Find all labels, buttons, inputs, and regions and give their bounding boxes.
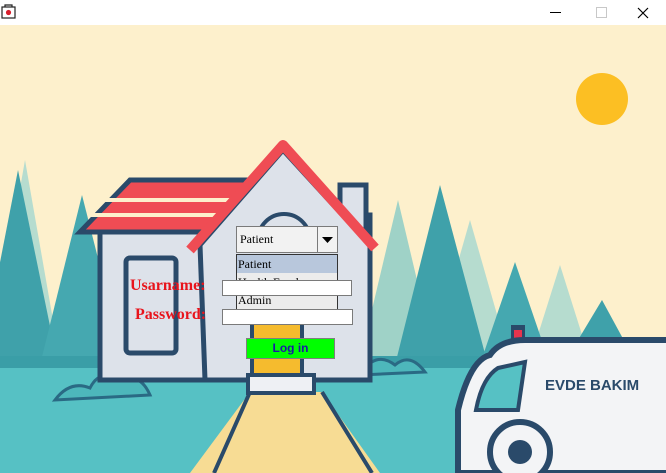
maximize-icon [595,7,607,18]
sun [576,73,628,125]
password-label: Password: [135,306,207,323]
username-field[interactable] [222,280,352,296]
role-select[interactable]: Patient [236,226,338,253]
ambulance-text: EVDE BAKIM [545,377,639,394]
password-field[interactable] [222,309,353,325]
minimize-button[interactable] [532,0,578,25]
title-bar [0,0,666,25]
minimize-icon [549,7,561,18]
role-select-value: Patient [240,232,274,246]
username-label: Usarname: [130,277,206,294]
close-button[interactable] [620,0,666,25]
role-option-patient[interactable]: Patient [237,255,337,273]
app-icon [1,4,17,20]
close-icon [637,7,649,19]
maximize-button[interactable] [578,0,624,25]
chevron-down-icon[interactable] [317,227,337,252]
login-button[interactable]: Log in [246,338,335,359]
